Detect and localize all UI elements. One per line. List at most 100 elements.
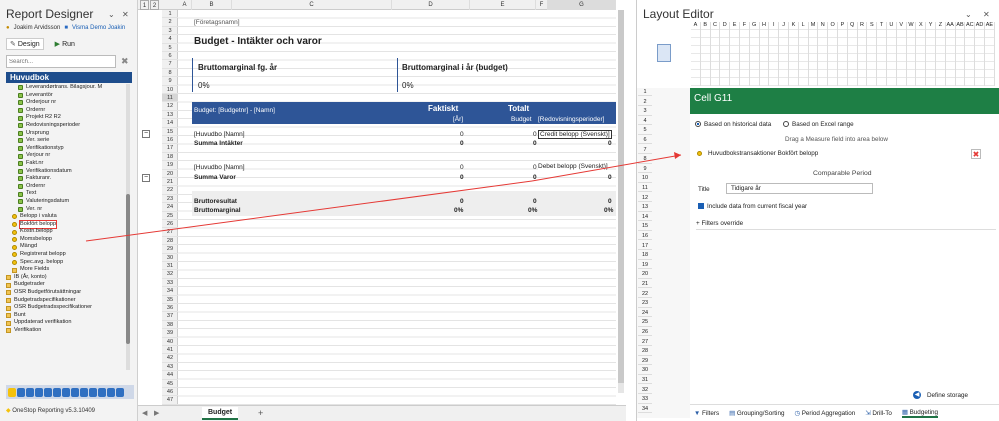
include-current-year-checkbox[interactable]: Include data from current fiscal year	[698, 203, 807, 210]
mini-row-header[interactable]: 1	[638, 88, 652, 97]
tree-item[interactable]: Orderjour nr	[6, 99, 124, 107]
mini-row-header[interactable]: 12	[638, 194, 652, 202]
row-header[interactable]: 24	[162, 203, 178, 212]
tree-scrollbar[interactable]	[126, 84, 130, 370]
row-header[interactable]: 26	[162, 220, 178, 229]
collapse-icon[interactable]: ⌄	[108, 10, 115, 19]
cube-icon[interactable]	[8, 387, 16, 397]
tree-item[interactable]: Ver. serie	[6, 137, 124, 145]
mini-row-header[interactable]: 22	[638, 290, 652, 298]
mini-col-header[interactable]: M	[808, 22, 819, 86]
row-header[interactable]: 4	[162, 35, 178, 44]
row-header[interactable]: 28	[162, 237, 178, 246]
mini-col-header[interactable]: G	[749, 22, 760, 86]
tree-item[interactable]: Bunt	[6, 312, 124, 320]
mini-col-header[interactable]: C	[710, 22, 721, 86]
row-header[interactable]: 23	[162, 195, 178, 204]
tree-item[interactable]: OSR Budgetförutsättningar	[6, 289, 124, 297]
mini-row-header[interactable]: 23	[638, 299, 652, 308]
cube-icon[interactable]	[107, 387, 115, 397]
tree-item[interactable]: Spec.avg. belopp	[6, 259, 124, 267]
mini-row-header[interactable]: 27	[638, 338, 652, 346]
search-input[interactable]	[6, 55, 116, 68]
row-header[interactable]: 37	[162, 312, 178, 321]
tree-item[interactable]: Ordernr	[6, 107, 124, 115]
row-header[interactable]: 7	[162, 60, 178, 69]
tree-item[interactable]: IB (År, konto)	[6, 274, 124, 282]
close-icon[interactable]: ✕	[983, 10, 990, 19]
tab-period-aggregation[interactable]: ◷ Period Aggregation	[794, 410, 855, 417]
cube-icon[interactable]	[62, 387, 70, 397]
col-header-d[interactable]: D	[392, 0, 470, 10]
mini-row-header[interactable]: 28	[638, 347, 652, 356]
mini-row-header[interactable]: 24	[638, 309, 652, 318]
tree-item[interactable]: Budgetrader	[6, 281, 124, 289]
row-header[interactable]: 47	[162, 396, 178, 405]
row-header[interactable]: 46	[162, 388, 178, 397]
mini-col-header[interactable]: Z	[936, 22, 946, 86]
mini-row-header[interactable]: 7	[638, 146, 652, 154]
row-header[interactable]: 10	[162, 86, 178, 94]
mini-row-header[interactable]: 30	[638, 366, 652, 375]
collapse-icon[interactable]: ⌄	[965, 10, 972, 19]
row-header[interactable]: 5	[162, 44, 178, 52]
col-header-a[interactable]: A	[178, 0, 192, 10]
tree-item[interactable]: Fakturanr.	[6, 175, 124, 183]
remove-measure-icon[interactable]: ✖	[971, 149, 981, 159]
col-header-c[interactable]: C	[232, 0, 392, 10]
mini-row-header[interactable]: 4	[638, 117, 652, 126]
row-header[interactable]: 1	[162, 10, 178, 19]
mini-col-header[interactable]: AA	[945, 22, 956, 86]
mini-col-header[interactable]: AD	[975, 22, 985, 86]
tree-item[interactable]: Verifikationsdatum	[6, 168, 124, 176]
cube-icon[interactable]	[44, 387, 52, 397]
mini-row-header[interactable]: 10	[638, 174, 652, 183]
mini-col-header[interactable]: F	[740, 22, 750, 86]
tree-item[interactable]: Fakt.nr	[6, 160, 124, 168]
define-storage-button[interactable]: ◀ Define storage	[913, 391, 968, 399]
cube-icon[interactable]	[35, 387, 43, 397]
filters-override-expander[interactable]: + Filters override	[696, 220, 996, 230]
row-header[interactable]: 11	[162, 94, 178, 103]
mini-col-header[interactable]: L	[798, 22, 809, 86]
row-header[interactable]: 13	[162, 111, 178, 120]
mini-col-header[interactable]: Q	[847, 22, 858, 86]
row-header[interactable]: 43	[162, 363, 178, 372]
tree-item[interactable]: Valuteringsdatum	[6, 198, 124, 206]
mini-row-header[interactable]: 34	[638, 405, 652, 414]
tree-item[interactable]: Leverandørtrans. Bilagsjour. M	[6, 84, 124, 92]
prev-sheet-icon[interactable]: ◀	[142, 409, 147, 417]
add-sheet-button[interactable]: +	[258, 408, 263, 418]
mini-col-header[interactable]: P	[838, 22, 848, 86]
row-header[interactable]: 31	[162, 262, 178, 271]
mini-row-header[interactable]: 25	[638, 318, 652, 327]
mini-col-header[interactable]: X	[916, 22, 927, 86]
row-header[interactable]: 2	[162, 18, 178, 27]
tree-item[interactable]: Redovisningsperioder	[6, 122, 124, 130]
mini-col-header[interactable]: I	[769, 22, 780, 86]
mini-col-header[interactable]: J	[779, 22, 789, 86]
company-name[interactable]: Visma Demo Joakin	[72, 25, 125, 31]
mini-col-header[interactable]: K	[789, 22, 799, 86]
mini-row-header[interactable]: 13	[638, 203, 652, 212]
mini-row-header[interactable]: 33	[638, 395, 652, 404]
next-sheet-icon[interactable]: ▶	[154, 409, 159, 417]
tree-item[interactable]: Text	[6, 190, 124, 198]
mini-row-header[interactable]: 26	[638, 328, 652, 337]
row-header[interactable]: 45	[162, 380, 178, 388]
row-header[interactable]: 17	[162, 144, 178, 153]
mini-col-header[interactable]: W	[906, 22, 917, 86]
mini-row-header[interactable]: 16	[638, 232, 652, 241]
col-header-e[interactable]: E	[470, 0, 536, 10]
row-header[interactable]: 36	[162, 304, 178, 313]
row-header[interactable]: 22	[162, 186, 178, 195]
tree-item[interactable]: Projekt R2 R2	[6, 114, 124, 122]
tree-item[interactable]: Ursprung	[6, 130, 124, 138]
row-header[interactable]: 40	[162, 338, 178, 346]
col-header-b[interactable]: B	[192, 0, 232, 10]
cube-icon[interactable]	[98, 387, 106, 397]
tree-item[interactable]: Uppdaterad verifikation	[6, 319, 124, 327]
row-header[interactable]: 34	[162, 287, 178, 296]
mini-col-header[interactable]: R	[857, 22, 868, 86]
row-header[interactable]: 33	[162, 279, 178, 288]
